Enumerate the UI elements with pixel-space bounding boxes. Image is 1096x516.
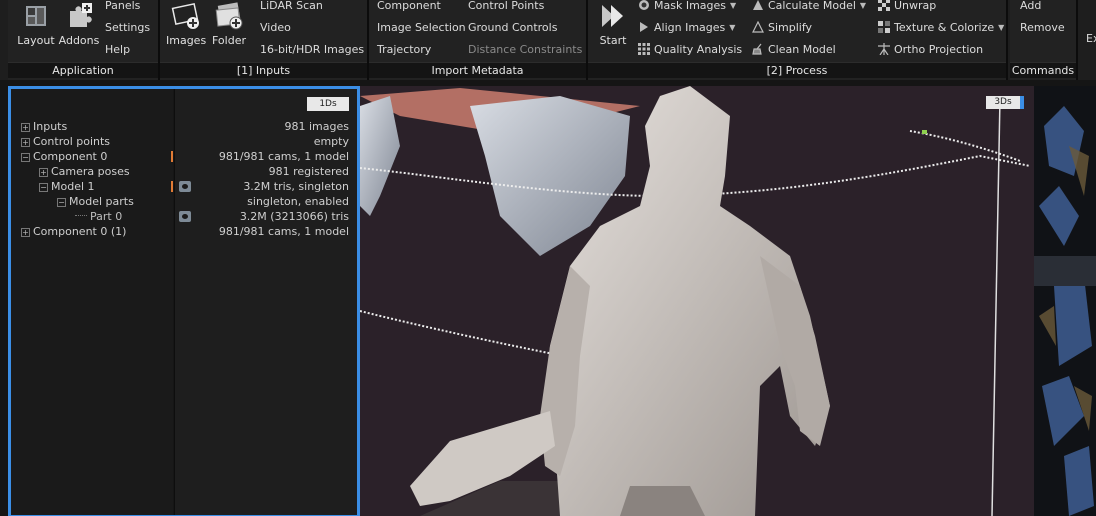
commands-group-label: Commands [1010,62,1076,78]
tree-item-camera-poses[interactable]: + Camera poses [39,164,130,179]
application-group-label: Application [8,62,158,78]
tree-connector [75,215,87,216]
value-model-parts: singleton, enabled [247,195,349,208]
hdr-images-button[interactable]: 16-bit/HDR Images [260,41,364,59]
import-metadata-group-label: Import Metadata [369,62,586,78]
control-points-button[interactable]: Control Points [468,0,544,15]
project-tree-panel: + Inputs + Control points − Component 0 + Ca… [8,86,360,516]
expand-icon[interactable]: + [21,228,30,237]
expand-icon[interactable]: + [21,138,30,147]
add-command-button[interactable]: Add [1020,0,1041,15]
expand-icon[interactable]: + [21,123,30,132]
simplify-button[interactable]: Simplify [752,19,812,37]
images-icon [171,2,201,30]
tree-item-model-1[interactable]: − Model 1 [39,179,95,194]
remove-command-button[interactable]: Remove [1020,19,1065,37]
model-marker [171,181,173,192]
value-inputs: 981 images [284,120,350,133]
texture-colorize-button[interactable]: Texture & Colorize ▼ [878,19,1004,37]
distance-constraints-button[interactable]: Distance Constraints [468,41,582,59]
clean-model-button[interactable]: Clean Model [752,41,836,59]
overflow-button[interactable]: Ex [1086,30,1096,48]
collapse-icon[interactable]: − [39,183,48,192]
simplify-icon [752,20,764,33]
value-control-points: empty [313,135,349,148]
folder-button[interactable]: Folder [208,2,250,50]
tree-column: + Inputs + Control points − Component 0 + Ca… [11,89,173,515]
chevron-down-icon: ▼ [730,1,737,10]
collapse-icon[interactable]: − [57,198,66,207]
process-group: Start Mask Images ▼ Align Images ▼ Quality… [588,0,1006,80]
broom-icon [752,43,764,55]
panel-1ds-badge[interactable]: 1Ds [307,97,349,111]
3d-scene[interactable] [360,86,1034,516]
value-camera-poses: 981 registered [268,165,349,178]
inputs-group-label: [1] Inputs [160,62,367,78]
play-icon [598,2,628,30]
chevron-down-icon: ▼ [729,23,736,32]
layout-button[interactable]: Layout [16,2,56,50]
quality-analysis-button[interactable]: Quality Analysis [638,41,742,59]
start-button[interactable]: Start [594,2,632,50]
mask-icon [638,0,650,11]
model-icon [752,0,764,11]
tree-item-model-parts[interactable]: − Model parts [57,194,134,209]
ribbon-separator [1006,0,1008,80]
unwrap-button[interactable]: Unwrap [878,0,936,15]
panels-button[interactable]: Panels [105,0,140,15]
image-preview-strip[interactable] [1034,86,1096,516]
value-part-0: 3.2M (3213066) tris [239,210,349,223]
ground-controls-button[interactable]: Ground Controls [468,19,557,37]
component-button[interactable]: Component [377,0,441,15]
tree-item-part-0[interactable]: Part 0 [75,209,122,224]
help-button[interactable]: Help [105,41,130,59]
video-button[interactable]: Video [260,19,291,37]
chevron-down-icon: ▼ [859,1,867,10]
inputs-group: Images Folder LiDAR Scan Video 16-bit/HD… [160,0,367,80]
person-legs [620,486,705,516]
addons-button[interactable]: Addons [58,2,100,50]
folder-icon [214,2,244,30]
image-selection-button[interactable]: Image Selection [377,19,466,37]
chevron-down-icon: ▼ [998,23,1005,32]
tree-item-component-0[interactable]: − Component 0 [21,149,107,164]
ribbon-separator [1076,0,1078,80]
calculate-model-button[interactable]: Calculate Model ▼ [752,0,866,15]
component-marker [171,151,173,162]
collapse-icon[interactable]: − [21,153,30,162]
settings-button[interactable]: Settings [105,19,150,37]
tree-item-control-points[interactable]: + Control points [21,134,110,149]
commands-group: Add Remove Commands [1010,0,1076,80]
3d-viewport[interactable]: 3Ds [360,86,1034,516]
trajectory-button[interactable]: Trajectory [377,41,431,59]
value-component-0-1: 981/981 cams, 1 model [218,225,349,238]
ribbon-toolbar: Layout Addons Panels Settings Help Appli… [0,0,1096,80]
align-images-button[interactable]: Align Images ▼ [638,19,735,37]
images-button[interactable]: Images [166,2,206,50]
checker-icon [878,0,890,11]
lidar-scan-button[interactable]: LiDAR Scan [260,0,323,15]
texture-icon [878,21,890,33]
viewport-3ds-badge[interactable]: 3Ds [986,96,1024,109]
value-model-1: 3.2M tris, singleton [243,180,349,193]
import-metadata-group: Component Image Selection Trajectory Con… [369,0,586,80]
eye-icon[interactable] [179,211,191,222]
eye-icon[interactable] [179,181,191,192]
tree-item-inputs[interactable]: + Inputs [21,119,67,134]
expand-icon[interactable]: + [39,168,48,177]
ortho-icon [878,43,890,56]
align-icon [638,21,650,33]
tree-item-component-0-1[interactable]: + Component 0 (1) [21,224,126,239]
ortho-projection-button[interactable]: Ortho Projection [878,41,983,59]
value-component-0: 981/981 cams, 1 model [218,150,349,163]
process-group-label: [2] Process [588,62,1006,78]
camera-marker [922,130,927,134]
grid-dots-icon [638,43,650,55]
layout-icon [21,2,51,30]
preview-image [1034,86,1096,516]
mask-images-button[interactable]: Mask Images ▼ [638,0,736,15]
value-column: 1Ds 981 images empty 981/981 cams, 1 mod… [171,89,357,515]
application-group: Layout Addons Panels Settings Help Appli… [8,0,158,80]
puzzle-icon [64,2,94,30]
